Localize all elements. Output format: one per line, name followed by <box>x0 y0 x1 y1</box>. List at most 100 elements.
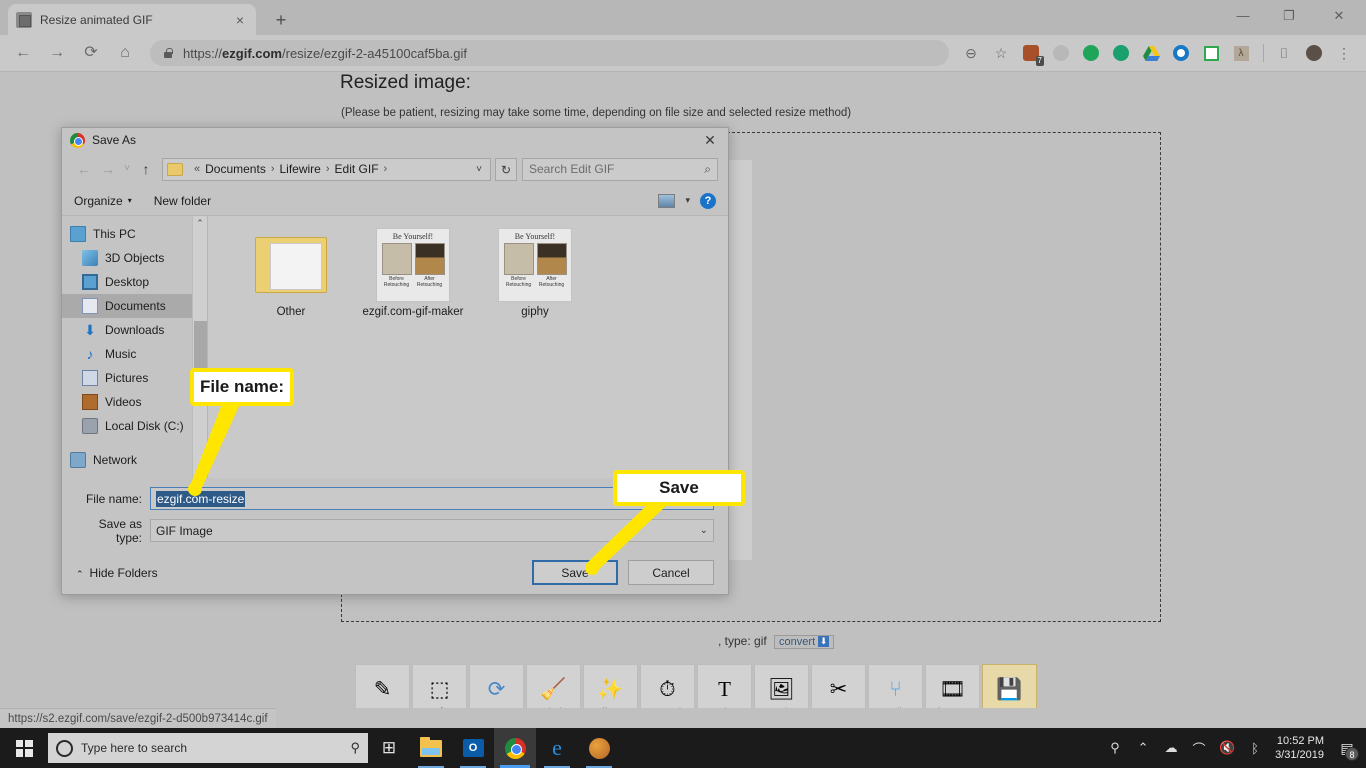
tab-close-icon[interactable]: × <box>232 12 248 28</box>
outlook-icon[interactable]: O <box>452 728 494 768</box>
volume-muted-icon[interactable]: 🔇 <box>1213 728 1241 768</box>
tool-write[interactable]: Twrite <box>697 664 752 708</box>
window-minimize-button[interactable]: — <box>1220 0 1266 32</box>
sidebar-item-local-disk[interactable]: Local Disk (C:) <box>62 414 207 438</box>
new-tab-button[interactable]: + <box>268 8 294 32</box>
show-hidden-icons-icon[interactable]: ⌃ <box>1129 728 1157 768</box>
cancel-button[interactable]: Cancel <box>628 560 714 585</box>
window-close-button[interactable]: ✕ <box>1316 0 1362 32</box>
tool-speed[interactable]: ⏱ speed <box>640 664 695 708</box>
page-subtitle: (Please be patient, resizing may take so… <box>341 107 852 119</box>
address-bar[interactable]: https://ezgif.com/resize/ezgif-2-a45100c… <box>150 40 949 66</box>
edge-icon[interactable]: e <box>536 728 578 768</box>
pen-menu-icon[interactable]: ⚲ <box>1101 728 1129 768</box>
convert-button[interactable]: convert ⬇ <box>774 635 835 649</box>
dialog-close-button[interactable]: ✕ <box>696 129 724 151</box>
sidebar-scrollbar[interactable]: ⌃ ⌄ <box>192 216 207 478</box>
dialog-up-button[interactable]: ↑ <box>134 157 158 181</box>
chevron-down-icon[interactable]: ▾ <box>685 195 690 206</box>
window-maximize-button[interactable]: ❐ <box>1266 0 1312 32</box>
extension-grey-icon[interactable] <box>1047 39 1075 67</box>
sidebar-item-this-pc[interactable]: This PC <box>62 222 207 246</box>
sidebar-item-videos[interactable]: Videos <box>62 390 207 414</box>
sidebar-item-network[interactable]: Network <box>62 448 207 472</box>
forward-button[interactable]: → <box>42 38 72 68</box>
refresh-button[interactable]: ↻ <box>495 157 517 181</box>
sidebar-item-desktop[interactable]: Desktop <box>62 270 207 294</box>
chevron-down-icon[interactable]: ˅ <box>470 164 488 175</box>
cast-icon[interactable]: ⌷ <box>1270 39 1298 67</box>
taskbar-search-input[interactable]: Type here to search ⚲ <box>48 733 368 763</box>
extension-evernote-icon[interactable] <box>1197 39 1225 67</box>
bluetooth-icon[interactable]: ᛒ <box>1241 728 1269 768</box>
file-item-gif-maker[interactable]: Be Yourself! Before Retouching After Reto… <box>352 228 474 319</box>
bookmark-star-icon[interactable]: ☆ <box>987 39 1015 67</box>
task-view-icon[interactable]: ⊞ <box>368 728 410 768</box>
view-mode-icon[interactable] <box>658 193 676 208</box>
file-item-giphy[interactable]: Be Yourself! Before Retouching After Reto… <box>474 228 596 319</box>
tool-crop[interactable]: ✎ crop <box>355 664 410 708</box>
home-button[interactable]: ⌂ <box>110 38 140 68</box>
save-as-type-select[interactable]: GIF Image ⌄ <box>150 519 714 542</box>
breadcrumb-item-edit-gif[interactable]: Edit GIF <box>335 162 379 176</box>
browser-tab[interactable]: Resize animated GIF × <box>8 4 256 35</box>
tool-effects[interactable]: ✨ effects <box>583 664 638 708</box>
tool-resize[interactable]: ⬚ resize <box>412 664 467 708</box>
reload-button[interactable]: ⟳ <box>76 38 106 68</box>
tool-label: optimize <box>535 707 572 708</box>
file-explorer-icon[interactable] <box>410 728 452 768</box>
sidebar-item-pictures[interactable]: Pictures <box>62 366 207 390</box>
dialog-recent-locations-button[interactable]: ˅ <box>120 157 134 181</box>
tool-optimize[interactable]: 🧹 optimize <box>526 664 581 708</box>
action-center-icon[interactable]: ▤ 8 <box>1334 728 1360 768</box>
extension-green-balloon-icon[interactable] <box>1077 39 1105 67</box>
extension-grammarly-icon[interactable] <box>1107 39 1135 67</box>
onedrive-icon[interactable]: ☁ <box>1157 728 1185 768</box>
back-button[interactable]: ← <box>8 38 38 68</box>
tool-overlay[interactable]: 🖼 overlay <box>754 664 809 708</box>
extension-abp-icon[interactable]: 7 <box>1017 39 1045 67</box>
extension-google-drive-icon[interactable] <box>1137 39 1165 67</box>
windows-start-icon[interactable] <box>0 728 48 768</box>
organize-button[interactable]: Organize ▾ <box>74 194 132 208</box>
file-item-folder[interactable]: Other <box>230 228 352 319</box>
extension-blue-ring-icon[interactable] <box>1167 39 1195 67</box>
network-icon[interactable]: ⌒ <box>1185 728 1213 768</box>
profile-avatar-icon[interactable] <box>1300 39 1328 67</box>
file-thumbnail: Be Yourself! Before Retouching After Reto… <box>376 228 450 302</box>
tool-save[interactable]: 💾 save <box>982 664 1037 708</box>
breadcrumb[interactable]: « Documents › Lifewire › Edit GIF › ˅ <box>162 157 491 181</box>
taskbar-clock[interactable]: 10:52 PM 3/31/2019 <box>1269 734 1334 762</box>
dialog-forward-button[interactable]: → <box>96 157 120 181</box>
sidebar-item-music[interactable]: ♪ Music <box>62 342 207 366</box>
tool-split[interactable]: ⑂ split <box>868 664 923 708</box>
extension-badge-count: 7 <box>1035 56 1044 66</box>
breadcrumb-item-documents[interactable]: Documents <box>205 162 266 176</box>
sidebar-item-3d-objects[interactable]: 3D Objects <box>62 246 207 270</box>
microphone-icon[interactable]: ⚲ <box>350 740 360 756</box>
chrome-menu-icon[interactable]: ⋮ <box>1330 39 1358 67</box>
tool-cut[interactable]: ✂ cut <box>811 664 866 708</box>
paint-3d-icon[interactable] <box>578 728 620 768</box>
sidebar-item-downloads[interactable]: ⬇ Downloads <box>62 318 207 342</box>
scroll-down-icon[interactable]: ⌄ <box>193 463 207 478</box>
hide-folders-button[interactable]: ⌃ Hide Folders <box>76 566 158 580</box>
tool-rotate[interactable]: ⟳ rotate <box>469 664 524 708</box>
search-input[interactable]: Search Edit GIF ⌕ <box>522 157 718 181</box>
help-icon[interactable]: ? <box>700 192 716 209</box>
tool-label: effects <box>596 707 625 708</box>
new-folder-button[interactable]: New folder <box>154 194 211 208</box>
sidebar-item-documents[interactable]: Documents <box>62 294 207 318</box>
breadcrumb-item-lifewire[interactable]: Lifewire <box>280 162 321 176</box>
tool-label: crop <box>373 707 392 708</box>
breadcrumb-separator: › <box>270 163 275 175</box>
tool-frames[interactable]: 🎞 frames <box>925 664 980 708</box>
save-as-dialog: Save As ✕ ← → ˅ ↑ « Documents › Lifewire… <box>61 127 729 595</box>
chrome-icon[interactable] <box>494 728 536 768</box>
scroll-up-icon[interactable]: ⌃ <box>193 216 207 231</box>
tool-label: overlay <box>765 707 797 708</box>
dialog-back-button[interactable]: ← <box>72 157 96 181</box>
save-button[interactable]: Save <box>532 560 618 585</box>
zoom-out-icon[interactable]: ⊖ <box>957 39 985 67</box>
extension-adobe-pdf-icon[interactable]: λ <box>1227 39 1255 67</box>
